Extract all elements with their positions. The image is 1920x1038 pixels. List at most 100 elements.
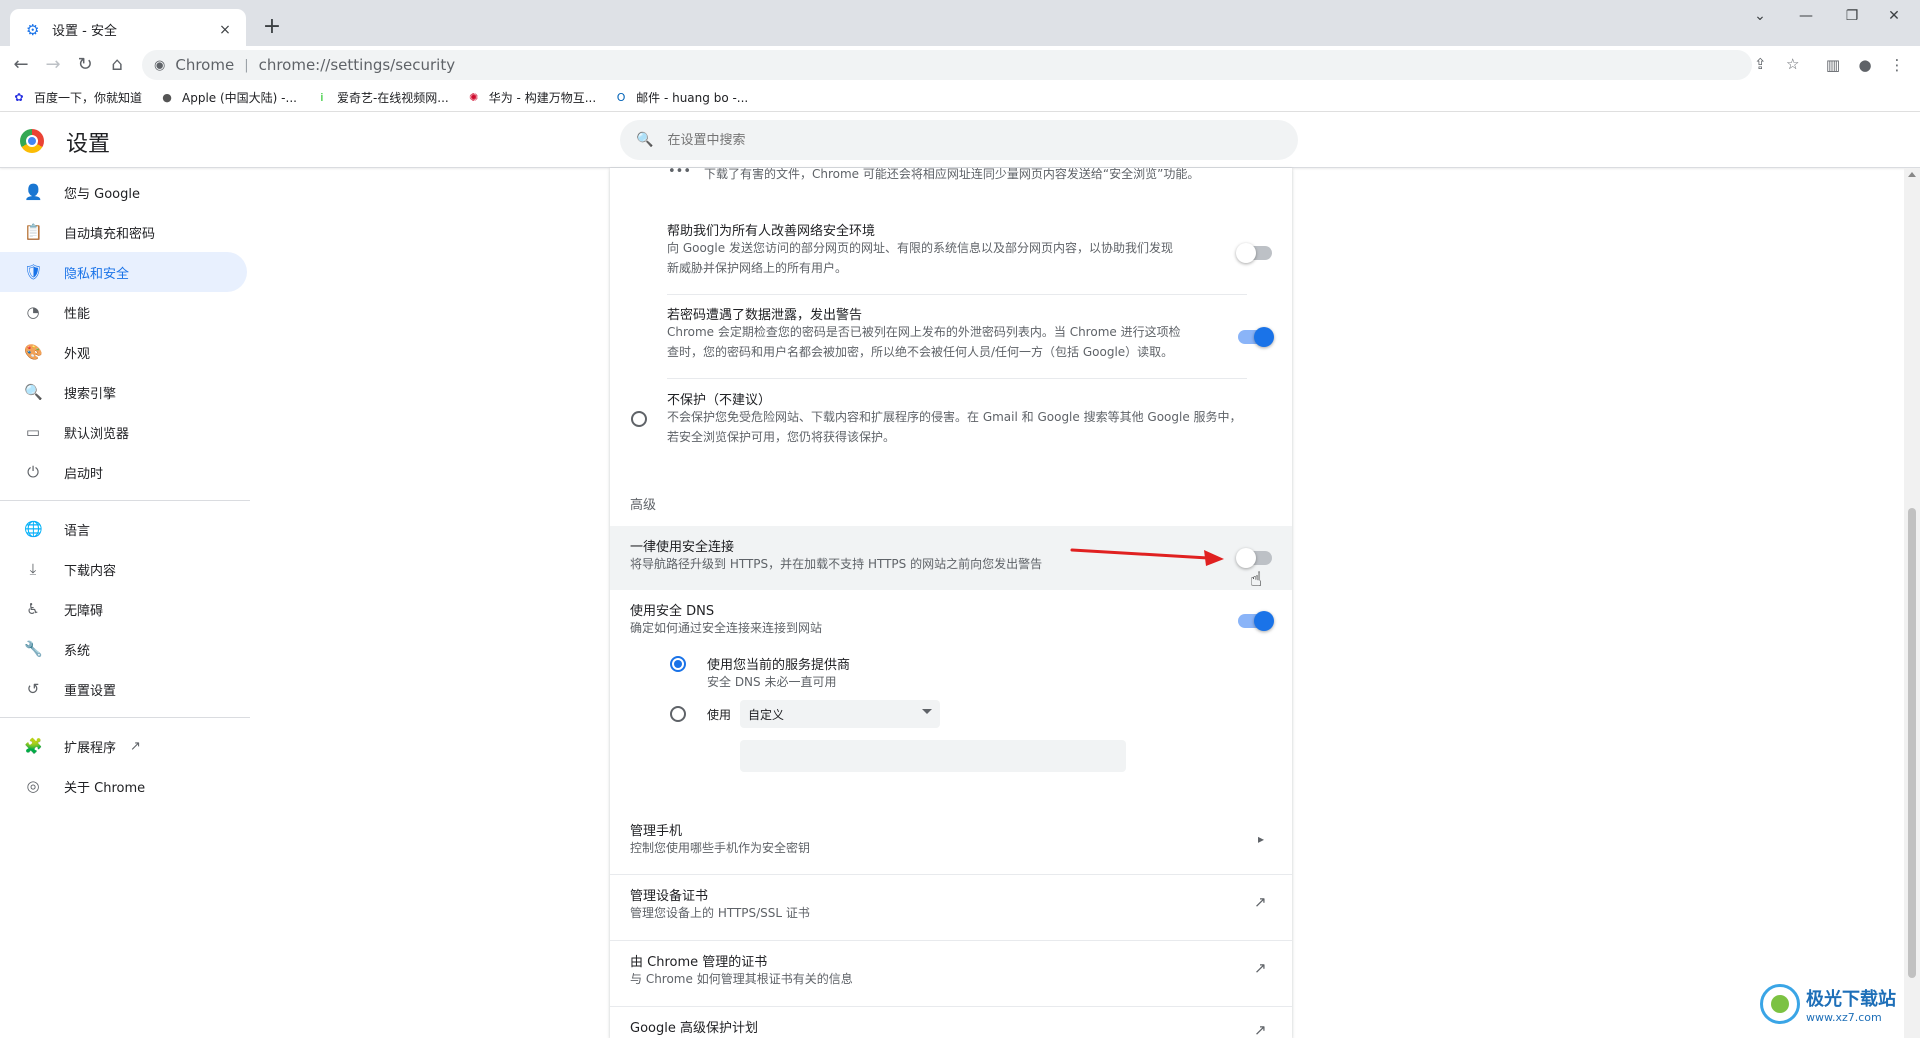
tab-settings-security[interactable]: ⚙ 设置 - 安全 × — [10, 9, 246, 50]
sidebar-item-label: 启动时 — [64, 466, 104, 482]
toggle-knob — [1254, 611, 1274, 631]
settings-search-input[interactable] — [667, 132, 1268, 148]
sidebar-item[interactable]: ◎ 关于 Chrome — [0, 766, 247, 806]
bookmark-item[interactable]: ✺ 华为 - 构建万物互... — [467, 89, 596, 106]
improve-security-row[interactable]: 帮助我们为所有人改善网络安全环境 向 Google 发送您访问的部分网页的网址、… — [610, 220, 1292, 290]
sidebar-item[interactable]: 🛡 隐私和安全 — [0, 252, 247, 292]
bookmark-star-icon[interactable]: ☆ — [1786, 55, 1799, 73]
sidebar-item[interactable]: 👤 您与 Google — [0, 172, 247, 212]
sidebar-item[interactable]: 📋 自动填充和密码 — [0, 212, 247, 252]
no-protection-desc-2: 若安全浏览保护可用，您仍将获得该保护。 — [667, 430, 896, 444]
dns-current-provider-label: 使用您当前的服务提供商 — [707, 658, 851, 673]
dns-custom-select-value: 自定义 — [748, 707, 785, 722]
manage-phones-title: 管理手机 — [630, 824, 683, 839]
url-text: chrome://settings/security — [258, 56, 456, 74]
more-icon: ••• — [668, 168, 692, 179]
chrome-certificates-desc: 与 Chrome 如何管理其根证书有关的信息 — [630, 972, 853, 986]
security-settings-card: ••• 下载了有害的文件，Chrome 可能还会将相应网址连同少量网页内容发送给… — [610, 168, 1292, 1038]
divider — [667, 294, 1247, 295]
password-leak-toggle[interactable] — [1238, 327, 1274, 347]
menu-more-icon[interactable]: ⋮ — [1882, 50, 1912, 80]
no-protection-row[interactable]: 不保护（不建议） 不会保护您免受危险网站、下载内容和扩展程序的侵害。在 Gmai… — [610, 389, 1292, 459]
sidebar-item-label: 关于 Chrome — [64, 780, 146, 796]
manage-phones-row[interactable]: 管理手机 控制您使用哪些手机作为安全密钥 ▸ — [610, 810, 1292, 870]
bookmark-label: 华为 - 构建万物互... — [488, 91, 597, 105]
forward-button[interactable]: → — [38, 50, 68, 80]
back-button[interactable]: ← — [6, 50, 36, 80]
sidebar-item[interactable]: ↺ 重置设置 — [0, 669, 247, 709]
site-name: Chrome — [175, 56, 235, 74]
sidebar-item[interactable]: ▭ 默认浏览器 — [0, 412, 247, 452]
dns-custom-url-input[interactable] — [740, 740, 1126, 772]
baidu-icon: ✿ — [14, 90, 24, 104]
new-tab-button[interactable]: + — [258, 14, 286, 42]
password-leak-row[interactable]: 若密码遭遇了数据泄露，发出警告 Chrome 会定期检查您的密码是否已被列在网上… — [610, 304, 1292, 374]
https-only-toggle[interactable] — [1236, 548, 1272, 568]
password-leak-desc-1: Chrome 会定期检查您的密码是否已被列在网上发布的外泄密码列表内。当 Chr… — [667, 325, 1181, 339]
scrollbar-thumb[interactable] — [1908, 508, 1916, 978]
sidebar-item-label: 扩展程序 — [64, 740, 117, 756]
bookmark-item[interactable]: O 邮件 - huang bo -... — [614, 89, 748, 106]
bookmark-label: 百度一下，你就知道 — [34, 91, 143, 105]
tab-close-icon[interactable]: × — [216, 21, 234, 39]
no-protection-title: 不保护（不建议） — [667, 393, 772, 408]
page-title: 设置 — [66, 132, 111, 157]
browser-toolbar: ← → ↻ ⌂ ◉ Chrome | chrome://settings/sec… — [0, 46, 1920, 84]
sidebar-item[interactable]: 🔍 搜索引擎 — [0, 372, 247, 412]
scroll-up-arrow-icon[interactable] — [1908, 172, 1916, 177]
address-bar[interactable]: ◉ Chrome | chrome://settings/security ⇪ … — [142, 50, 1799, 80]
watermark-text: 极光下载站 www.xz7.com — [1806, 985, 1896, 1024]
toggle-knob — [1236, 548, 1256, 568]
download-icon: ⤓ — [29, 560, 37, 578]
sidebar-item[interactable]: ◔ 性能 — [0, 292, 247, 332]
tab-strip: ⚙ 设置 - 安全 × + ⌄ — ❐ ✕ — [0, 0, 1920, 50]
iqiyi-icon: i — [320, 90, 324, 104]
secure-dns-toggle[interactable] — [1238, 611, 1274, 631]
password-leak-desc-2: 查时，您的密码和用户名都会被加密，所以绝不会被任何人员/任何一方（包括 Goog… — [667, 345, 1174, 359]
sidebar-item-label: 下载内容 — [64, 563, 117, 579]
dns-custom-label: 使用 — [707, 708, 732, 722]
sidebar-item-label: 系统 — [64, 643, 91, 659]
manage-certificates-desc: 管理您设备上的 HTTPS/SSL 证书 — [630, 906, 810, 920]
settings-search-box[interactable]: 🔍 — [620, 120, 1298, 160]
sidebar-item[interactable]: ⤓ 下载内容 — [0, 549, 247, 589]
sidebar-item[interactable]: ♿ 无障碍 — [0, 589, 247, 629]
bookmark-item[interactable]: ✿ 百度一下，你就知道 — [12, 89, 142, 106]
sidebar-item[interactable]: 🔧 系统 — [0, 629, 247, 669]
dns-current-provider-radio[interactable] — [670, 656, 686, 672]
dns-custom-select[interactable]: 自定义 — [740, 700, 940, 728]
advanced-protection-title: Google 高级保护计划 — [630, 1021, 758, 1036]
improve-security-desc-2: 新威胁并保护网络上的所有用户。 — [667, 261, 848, 275]
bookmark-label: 邮件 - huang bo -... — [636, 91, 749, 105]
chrome-certificates-title: 由 Chrome 管理的证书 — [630, 955, 768, 970]
advanced-protection-row[interactable]: Google 高级保护计划 ↗ — [610, 1007, 1292, 1038]
page-scrollbar[interactable] — [1904, 168, 1920, 1038]
sidebar-item-label: 重置设置 — [64, 683, 117, 699]
https-only-title: 一律使用安全连接 — [630, 540, 735, 555]
share-icon[interactable]: ⇪ — [1754, 55, 1767, 73]
home-button[interactable]: ⌂ — [102, 50, 132, 80]
apple-icon: ● — [162, 90, 172, 104]
reload-button[interactable]: ↻ — [70, 50, 100, 80]
side-panel-icon[interactable]: ▥ — [1818, 50, 1848, 80]
window-close-button[interactable]: ✕ — [1866, 0, 1920, 32]
profile-avatar-icon[interactable]: ● — [1850, 50, 1880, 80]
sidebar-item-label: 搜索引擎 — [64, 386, 117, 402]
no-protection-radio[interactable] — [631, 411, 647, 427]
chrome-site-icon: ◉ — [154, 57, 166, 73]
bookmark-item[interactable]: i 爱奇艺-在线视频网... — [315, 89, 448, 106]
sidebar-item[interactable]: ⏻ 启动时 — [0, 452, 247, 492]
huawei-icon: ✺ — [469, 90, 479, 104]
improve-security-toggle[interactable] — [1236, 243, 1272, 263]
chrome-certificates-row[interactable]: 由 Chrome 管理的证书 与 Chrome 如何管理其根证书有关的信息 ↗ — [610, 941, 1292, 1005]
dns-custom-radio[interactable] — [670, 706, 686, 722]
sidebar-item[interactable]: 🧩 扩展程序 ↗ — [0, 726, 247, 766]
manage-certificates-row[interactable]: 管理设备证书 管理您设备上的 HTTPS/SSL 证书 ↗ — [610, 875, 1292, 939]
sidebar-item[interactable]: 🌐 语言 — [0, 509, 247, 549]
settings-header: 设置 🔍 — [0, 112, 1920, 168]
bookmark-label: Apple (中国大陆) -... — [182, 91, 297, 105]
sidebar-item[interactable]: 🎨 外观 — [0, 332, 247, 372]
bookmark-item[interactable]: ● Apple (中国大陆) -... — [160, 89, 297, 106]
external-link-icon: ↗ — [1254, 893, 1267, 911]
watermark: 极光下载站 www.xz7.com — [1760, 984, 1896, 1024]
